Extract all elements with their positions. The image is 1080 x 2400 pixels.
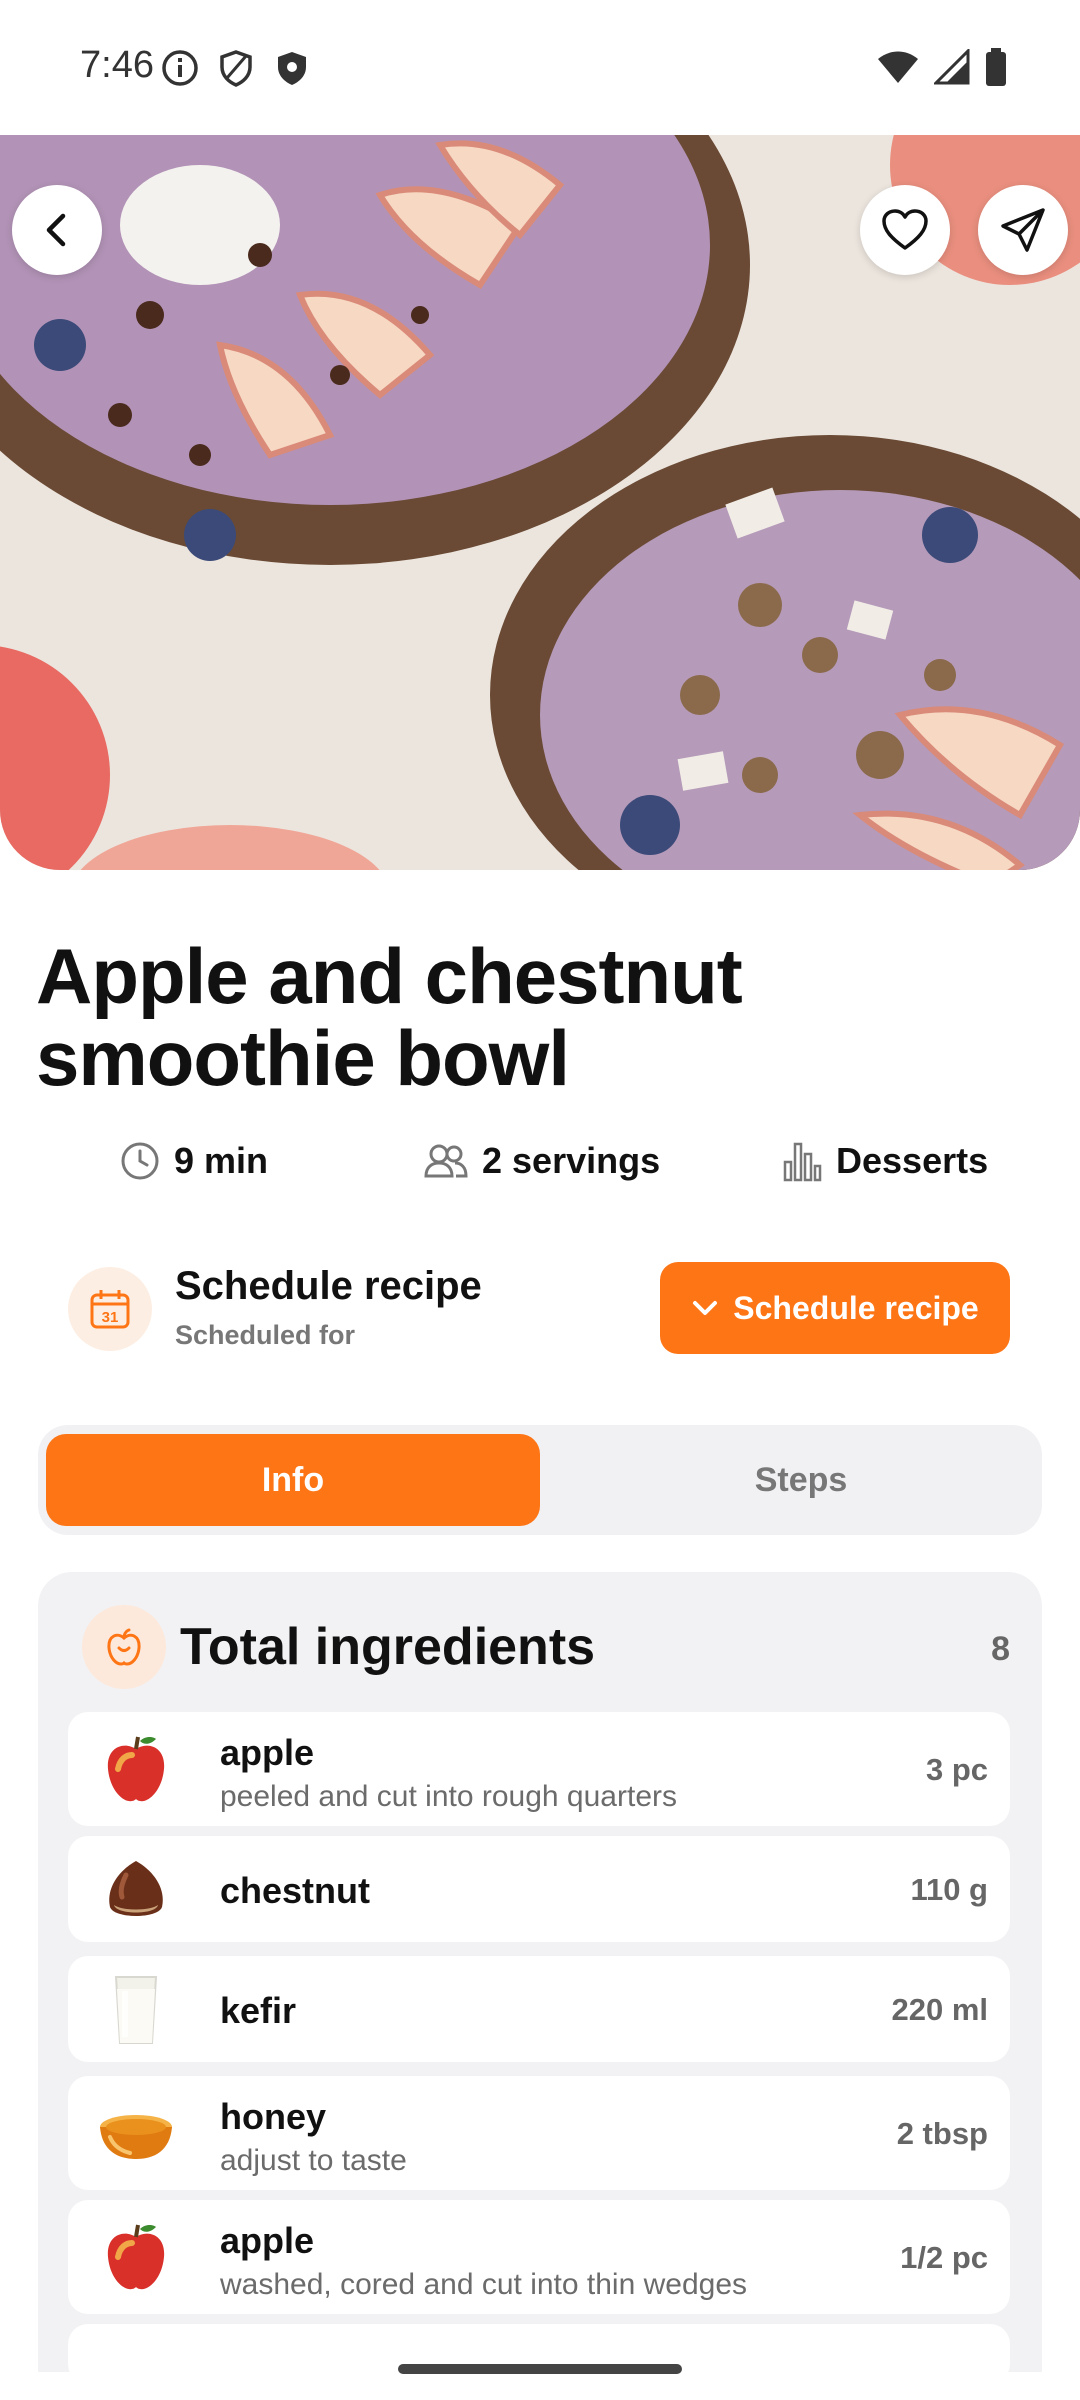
info-icon (162, 50, 198, 86)
people-icon (424, 1144, 468, 1178)
status-time: 7:46 (80, 44, 154, 86)
apple-image (107, 1736, 165, 1802)
kefir-glass-image (114, 1976, 158, 2044)
ingredient-row[interactable]: kefir 220 ml (68, 1956, 1010, 2062)
ingredient-row[interactable]: honey adjust to taste 2 tbsp (68, 2076, 1010, 2190)
tab-bar: Info Steps (38, 1425, 1042, 1535)
apple-image (107, 2224, 165, 2290)
servings-label: 2 servings (482, 1140, 661, 1181)
ingredient-qty: 2 tbsp (896, 2116, 988, 2151)
status-bar: 7:46 (0, 0, 1080, 135)
calendar-icon: 31 (90, 1290, 130, 1329)
send-icon (1001, 208, 1045, 252)
apple-badge (82, 1605, 166, 1689)
status-icons-left (160, 48, 312, 88)
ingredient-qty: 1/2 pc (900, 2240, 988, 2275)
calendar-badge: 31 (68, 1267, 152, 1351)
favorite-button[interactable] (860, 185, 950, 275)
shield-icon (278, 52, 306, 85)
ingredient-name: apple (220, 2220, 315, 2261)
schedule-recipe-button[interactable]: Schedule recipe (660, 1262, 1010, 1354)
ingredient-row[interactable]: chestnut 110 g (68, 1836, 1010, 1942)
ingredient-name: kefir (220, 1990, 297, 2031)
signal-icon (934, 49, 970, 85)
battery-icon (986, 48, 1006, 86)
heart-icon (882, 209, 928, 250)
status-icons-right (876, 48, 1008, 86)
apple-outline-icon (107, 1628, 141, 1666)
honey-bowl-image (100, 2115, 172, 2159)
ingredient-row[interactable]: apple washed, cored and cut into thin we… (68, 2200, 1010, 2314)
ingredient-name: honey (220, 2096, 327, 2137)
schedule-subtitle: Scheduled for (175, 1320, 356, 1350)
wifi-icon (878, 51, 918, 83)
back-button[interactable] (12, 185, 102, 275)
ingredients-card: Total ingredients 8 apple peeled and cut… (38, 1572, 1042, 2372)
ingredient-qty: 220 ml (891, 1992, 988, 2027)
chestnut-image (109, 1861, 163, 1916)
ingredient-row[interactable]: apple peeled and cut into rough quarters… (68, 1712, 1010, 1826)
category-label: Desserts (836, 1140, 989, 1181)
cook-time: 9 min (120, 1140, 268, 1182)
share-button[interactable] (978, 185, 1068, 275)
recipe-title: Apple and chestnut smoothie bowl (36, 932, 743, 1102)
chevron-down-icon (693, 1301, 718, 1315)
ingredient-name: chestnut (220, 1870, 371, 1911)
ingredient-qty: 3 pc (925, 1752, 988, 1787)
chevron-left-icon (46, 213, 66, 247)
cook-time-label: 9 min (174, 1140, 269, 1181)
tab-steps[interactable]: Steps (566, 1434, 1036, 1526)
ingredient-note: peeled and cut into rough quarters (220, 1780, 677, 1813)
ingredient-note: washed, cored and cut into thin wedges (220, 2268, 748, 2301)
ingredient-name: apple (220, 1732, 315, 1773)
clock-icon (121, 1142, 159, 1180)
servings: 2 servings (424, 1140, 660, 1182)
ingredients-count: 8 (991, 1630, 1010, 1668)
category: Desserts (782, 1140, 988, 1182)
ingredients-title: Total ingredients (180, 1618, 596, 1676)
svg-text:31: 31 (102, 1309, 119, 1326)
tab-info[interactable]: Info (46, 1434, 540, 1526)
ingredient-qty: 110 g (910, 1872, 988, 1907)
ingredient-note: adjust to taste (220, 2144, 407, 2177)
schedule-title: Schedule recipe (175, 1264, 482, 1308)
difficulty-bars-icon (783, 1142, 822, 1182)
shield-outline-icon (220, 50, 252, 87)
home-indicator[interactable] (398, 2364, 682, 2374)
schedule-button-label: Schedule recipe (733, 1289, 979, 1326)
